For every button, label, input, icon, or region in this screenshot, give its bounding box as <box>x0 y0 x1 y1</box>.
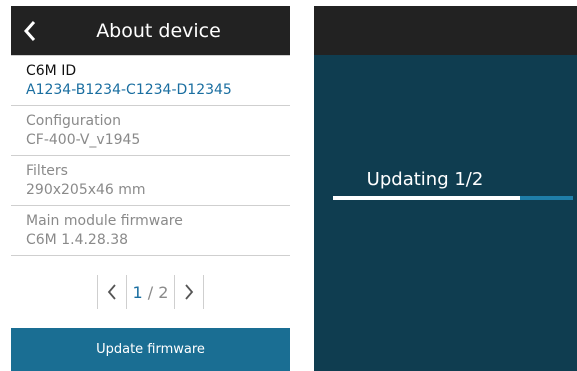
info-row-device-id: C6M ID A1234-B1234-C1234-D12345 <box>11 55 290 105</box>
pager-divider <box>203 275 205 309</box>
configuration-label: Configuration <box>26 113 121 129</box>
about-device-screen: About device C6M ID A1234-B1234-C1234-D1… <box>11 6 290 371</box>
info-row-firmware: Main module firmware C6M 1.4.28.38 <box>11 205 290 255</box>
back-button[interactable] <box>23 6 53 55</box>
info-row-filters: Filters 290x205x46 mm <box>11 155 290 205</box>
firmware-label: Main module firmware <box>26 213 183 229</box>
firmware-value: C6M 1.4.28.38 <box>26 232 129 248</box>
next-page-button[interactable] <box>175 275 203 309</box>
pagination: 1 / 2 <box>11 255 290 328</box>
update-firmware-button[interactable]: Update firmware <box>11 328 290 371</box>
header-bar <box>314 6 577 55</box>
filters-label: Filters <box>26 163 68 179</box>
chevron-left-icon <box>23 20 36 41</box>
firmware-update-screen: Updating 1/2 <box>314 6 577 371</box>
current-page: 1 <box>132 282 143 302</box>
page-indicator: 1 / 2 <box>127 283 175 302</box>
chevron-right-icon <box>185 284 194 300</box>
previous-page-button[interactable] <box>98 275 126 309</box>
header-bar: About device <box>11 6 290 55</box>
info-row-configuration: Configuration CF-400-V_v1945 <box>11 105 290 155</box>
chevron-left-icon <box>107 284 116 300</box>
progress-bar <box>333 196 573 200</box>
device-id-label: C6M ID <box>26 63 77 79</box>
configuration-value: CF-400-V_v1945 <box>26 132 141 148</box>
page-separator: / <box>147 282 154 302</box>
device-id-value: A1234-B1234-C1234-D12345 <box>26 82 232 98</box>
progress-bar-fill <box>333 196 521 200</box>
update-status-text: Updating 1/2 <box>366 169 484 190</box>
filters-value: 290x205x46 mm <box>26 182 146 198</box>
total-pages: 2 <box>158 282 169 302</box>
